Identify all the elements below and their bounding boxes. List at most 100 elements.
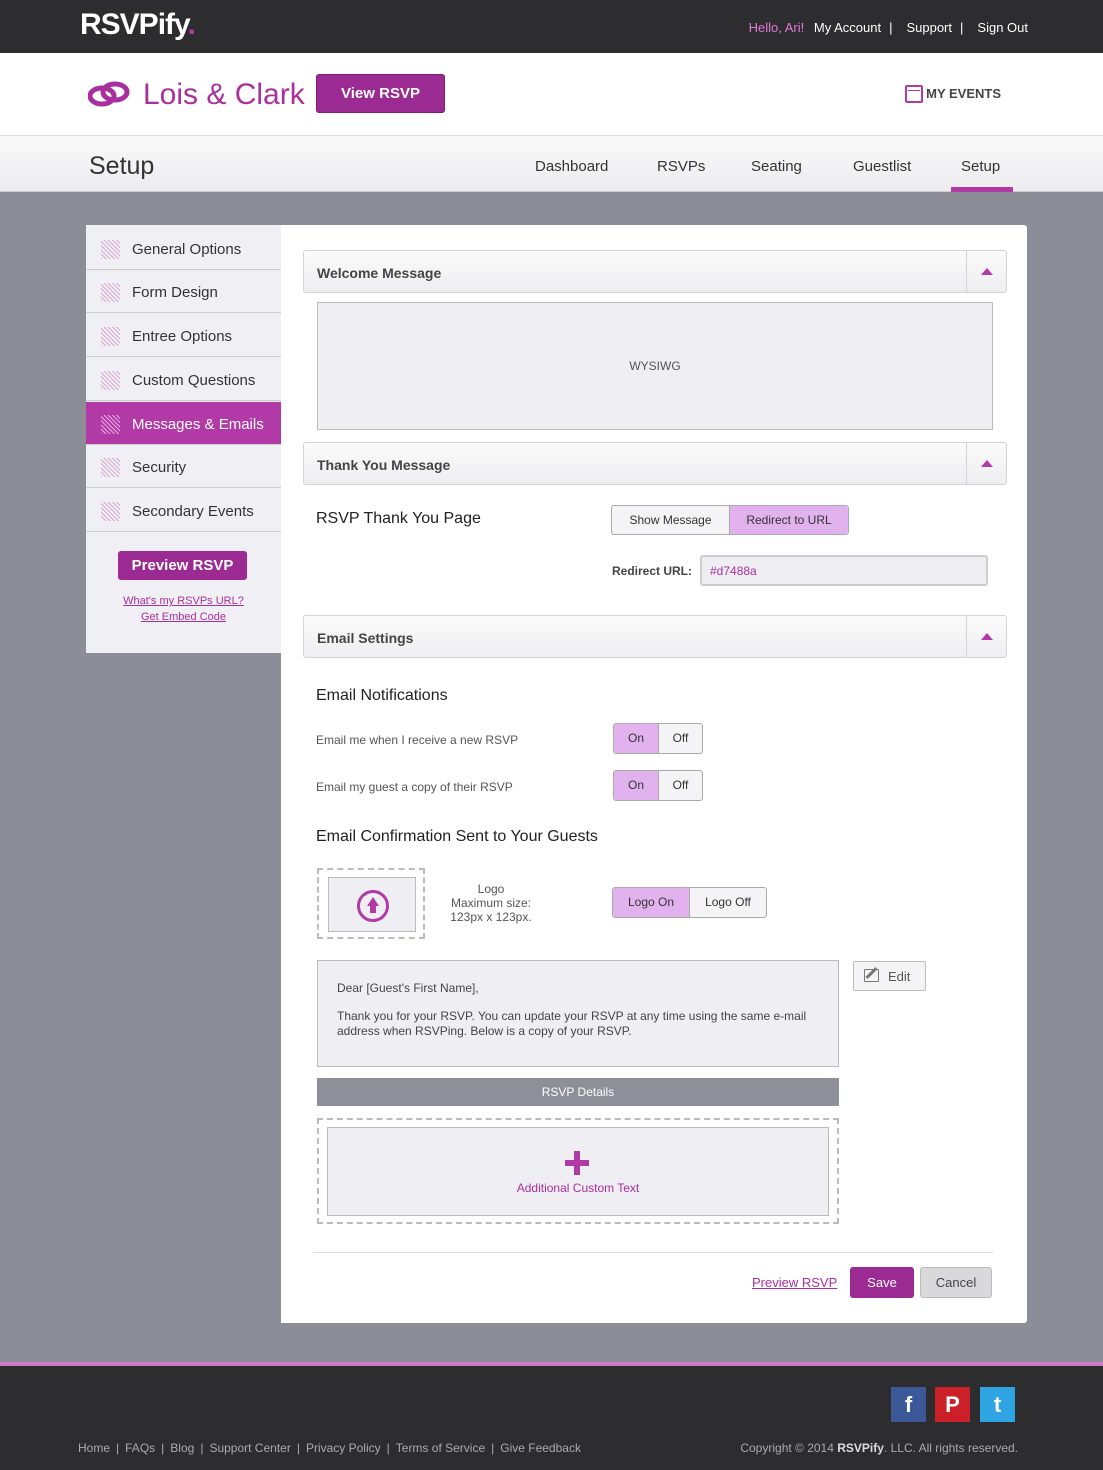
redirect-url-option[interactable]: Redirect to URL (729, 506, 848, 534)
sidebar-item-label: Secondary Events (132, 503, 254, 520)
brand-logo[interactable]: RSVPify. (80, 8, 196, 42)
logo-info-title: Logo (477, 882, 505, 896)
copyright: Copyright © 2014 RSVPify. LLC. All right… (740, 1441, 1018, 1455)
tab-guestlist[interactable]: Guestlist (853, 158, 911, 175)
footer-link-privacy-policy[interactable]: Privacy Policy (306, 1441, 381, 1455)
event-title: Lois & Clark (143, 78, 305, 111)
tab-dashboard[interactable]: Dashboard (535, 158, 608, 175)
top-links: Hello, Ari! My Account | Support | Sign Out (743, 20, 1028, 35)
save-button[interactable]: Save (850, 1267, 914, 1298)
sidebar-item-label: Entree Options (132, 328, 233, 345)
footer-link-support-center[interactable]: Support Center (209, 1441, 290, 1455)
sidebar-item-general-options[interactable]: General Options (86, 227, 281, 270)
rsvp-details-bar: RSVP Details (317, 1078, 839, 1106)
preview-rsvp-button[interactable]: Preview RSVP (118, 551, 247, 580)
greeting: Hello, Ari! (748, 20, 805, 35)
edit-email-button[interactable]: Edit (853, 961, 926, 991)
separator: | (889, 20, 893, 35)
redirect-url-input[interactable] (700, 555, 988, 586)
sidebar-item-form-design[interactable]: Form Design (86, 270, 281, 313)
separator: | (116, 1441, 120, 1455)
pinterest-icon[interactable]: P (935, 1387, 970, 1422)
separator: | (386, 1441, 390, 1455)
divider (313, 1252, 993, 1253)
my-events-link[interactable]: MY EVENTS (926, 86, 1001, 101)
thank-you-message-header[interactable]: Thank You Message (303, 442, 1007, 485)
twitter-icon[interactable]: t (980, 1387, 1015, 1422)
thank-you-mode-toggle: Show Message Redirect to URL (611, 505, 849, 535)
off-option[interactable]: Off (658, 724, 702, 753)
footer-link-home[interactable]: Home (78, 1441, 110, 1455)
logo-size-info: Logo Maximum size: 123px x 123px. (441, 882, 541, 924)
section-icon (101, 283, 120, 302)
view-rsvp-button[interactable]: View RSVP (316, 74, 445, 113)
separator: | (296, 1441, 300, 1455)
sidebar-item-entree-options[interactable]: Entree Options (86, 314, 281, 357)
tab-rsvps[interactable]: RSVPs (657, 158, 705, 175)
tab-seating[interactable]: Seating (751, 158, 802, 175)
logo-toggle: Logo On Logo Off (612, 887, 767, 918)
upload-arrow-icon (357, 890, 389, 922)
logo-off-option[interactable]: Logo Off (689, 888, 766, 917)
rings-icon (88, 81, 130, 107)
on-option[interactable]: On (614, 724, 658, 753)
sidebar-item-label: Messages & Emails (132, 416, 264, 433)
tab-setup[interactable]: Setup (961, 158, 1000, 175)
facebook-icon[interactable]: f (891, 1387, 926, 1422)
email-preview: Dear [Guest's First Name], Thank you for… (317, 960, 839, 1067)
welcome-message-header[interactable]: Welcome Message (303, 250, 1007, 293)
email-settings-header[interactable]: Email Settings (303, 615, 1007, 658)
cancel-button[interactable]: Cancel (920, 1267, 992, 1298)
logo-upload-area[interactable] (317, 868, 425, 939)
sidebar-item-label: Form Design (132, 284, 218, 301)
section-icon (101, 327, 120, 346)
notify-guest-copy-toggle: On Off (613, 770, 703, 801)
logo-info-max: Maximum size: (450, 896, 531, 910)
section-icon (101, 415, 120, 434)
welcome-message-editor[interactable]: WYSIWG (317, 302, 993, 430)
logo-on-option[interactable]: Logo On (613, 888, 689, 917)
support-link[interactable]: Support (906, 20, 952, 35)
collapse-arrow-icon[interactable] (966, 251, 1006, 292)
copyright-suffix: . LLC. All rights reserved. (883, 1441, 1018, 1455)
active-tab-indicator (951, 187, 1013, 192)
sign-out-link[interactable]: Sign Out (977, 20, 1028, 35)
sidebar-item-label: Custom Questions (132, 372, 256, 389)
logo-upload-target[interactable] (328, 877, 416, 932)
on-option[interactable]: On (614, 771, 658, 800)
section-title: Welcome Message (317, 265, 442, 281)
collapse-arrow-icon[interactable] (966, 443, 1006, 484)
footer-link-faqs[interactable]: FAQs (125, 1441, 155, 1455)
preview-rsvp-link[interactable]: Preview RSVP (752, 1275, 837, 1290)
email-greeting: Dear [Guest's First Name], (337, 981, 479, 995)
custom-text-label: Additional Custom Text (516, 1181, 640, 1195)
footer-link-feedback[interactable]: Give Feedback (500, 1441, 581, 1455)
show-message-option[interactable]: Show Message (612, 506, 729, 534)
embed-code-link[interactable]: Get Embed Code (86, 611, 281, 623)
add-custom-text-button[interactable]: Additional Custom Text (327, 1127, 829, 1216)
rsvp-url-link[interactable]: What's my RSVPs URL? (86, 595, 281, 607)
off-option[interactable]: Off (658, 771, 702, 800)
separator: | (960, 20, 964, 35)
collapse-arrow-icon[interactable] (966, 616, 1006, 657)
setup-sidebar: General Options Form Design Entree Optio… (86, 225, 281, 653)
custom-text-area[interactable]: Additional Custom Text (317, 1118, 839, 1224)
sidebar-item-messages-emails[interactable]: Messages & Emails (86, 402, 281, 445)
email-confirmation-heading: Email Confirmation Sent to Your Guests (316, 828, 598, 845)
sidebar-item-security[interactable]: Security (86, 445, 281, 488)
footer-link-terms[interactable]: Terms of Service (396, 1441, 485, 1455)
brand-dot: . (187, 8, 195, 41)
separator: | (200, 1441, 204, 1455)
plus-icon (565, 1151, 589, 1175)
section-title: Email Settings (317, 630, 414, 646)
my-account-link[interactable]: My Account (814, 20, 881, 35)
footer-link-blog[interactable]: Blog (170, 1441, 194, 1455)
event-header: Lois & Clark View RSVP MY EVENTS (0, 53, 1103, 135)
top-bar: RSVPify. Hello, Ari! My Account | Support |… (0, 0, 1103, 53)
notify-guest-copy-label: Email my guest a copy of their RSVP (316, 780, 513, 794)
page-title: Setup (89, 152, 155, 180)
sidebar-item-custom-questions[interactable]: Custom Questions (86, 358, 281, 401)
sidebar-item-secondary-events[interactable]: Secondary Events (86, 489, 281, 532)
email-notifications-heading: Email Notifications (316, 687, 448, 704)
calendar-icon[interactable] (905, 85, 923, 103)
